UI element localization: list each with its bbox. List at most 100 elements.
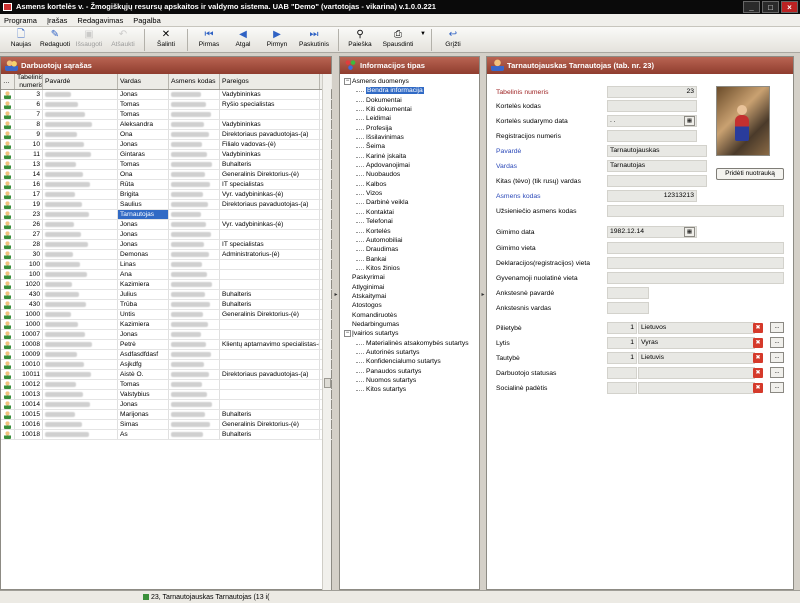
table-row[interactable]: 100 Ana — [1, 270, 332, 280]
add-photo-button[interactable]: Pridėti nuotrauką — [716, 168, 784, 180]
tree-node[interactable]: Profesija — [344, 124, 484, 133]
table-row[interactable]: 23 Tarnautojas — [1, 210, 332, 220]
work-status-lookup-button[interactable]: ... — [770, 367, 784, 378]
col-header-role[interactable]: Pareigos — [220, 74, 320, 89]
field-work-status[interactable] — [638, 367, 755, 379]
col-header-name[interactable]: Vardas — [118, 74, 169, 89]
field-nationality[interactable]: Lietuvis — [638, 352, 755, 364]
tree-node[interactable]: Kitos žinios — [344, 264, 484, 273]
field-card-date[interactable]: . . ▦ — [607, 115, 697, 127]
field-gender[interactable]: Vyras — [638, 337, 755, 349]
tree-node[interactable]: Komandiruotės — [344, 311, 484, 320]
field-card-code[interactable] — [607, 100, 697, 112]
field-father-name[interactable] — [607, 175, 707, 187]
tree-node[interactable]: Kortelės — [344, 227, 484, 236]
print-button[interactable]: ⎙ Spausdinti — [377, 27, 419, 53]
last-button[interactable]: ⏭ Paskutinis — [294, 27, 334, 53]
cancel-button[interactable]: ↶ Atšaukti — [106, 27, 140, 53]
first-button[interactable]: ⏮ Pirmas — [192, 27, 226, 53]
table-row[interactable]: 10007 Jonas — [1, 330, 332, 340]
tree-node[interactable]: Automobiliai — [344, 236, 484, 245]
tree-node[interactable]: Atlyginimai — [344, 283, 484, 292]
tree-node[interactable]: Apdovanojimai — [344, 161, 484, 170]
table-row[interactable]: 7 Tomas — [1, 110, 332, 120]
table-row[interactable]: 30 Demonas Administratorius-(ė) — [1, 250, 332, 260]
prev-button[interactable]: ◀ Atgal — [226, 27, 260, 53]
table-row[interactable]: 10013 Valstybius — [1, 390, 332, 400]
field-name[interactable]: Tarnautojas — [607, 160, 707, 172]
col-header-tabnum[interactable]: Tabelinis numeris — [15, 74, 43, 89]
field-tab-number[interactable]: 23 — [607, 86, 697, 98]
save-button[interactable]: ▣ Išsaugoti — [72, 27, 106, 53]
search-button[interactable]: ⚲ Paieška — [343, 27, 377, 53]
field-surname[interactable]: Tarnautojauskas — [607, 145, 707, 157]
tree-node[interactable]: Atostogos — [344, 301, 484, 310]
field-gender-code[interactable]: 1 — [607, 337, 637, 349]
table-row[interactable]: 10011 Aistė O. Direktoriaus pavaduotojas-(… — [1, 370, 332, 380]
tree-node[interactable]: Draudimas — [344, 245, 484, 254]
tree-node[interactable]: Nedarbingumas — [344, 320, 484, 329]
tree-node[interactable]: Atskaitymai — [344, 292, 484, 301]
calendar-icon[interactable]: ▦ — [684, 116, 695, 126]
delete-button[interactable]: ✕ Šalinti — [149, 27, 183, 53]
clear-citizenship-icon[interactable]: ✖ — [753, 323, 763, 333]
field-nationality-code[interactable]: 1 — [607, 352, 637, 364]
close-icon[interactable]: × — [781, 1, 798, 13]
table-row[interactable]: 14 Ona Generalinis Direktorius-(ė) — [1, 170, 332, 180]
maximize-icon[interactable]: □ — [762, 1, 779, 13]
print-dropdown-arrow[interactable]: ▼ — [419, 27, 427, 53]
table-row[interactable]: 10012 Tomas — [1, 380, 332, 390]
tree-node[interactable]: Išsilavinimas — [344, 133, 484, 142]
table-row[interactable]: 17 Brigita Vyr. vadybininkas-(ė) — [1, 190, 332, 200]
table-row[interactable]: 27 Jonas — [1, 230, 332, 240]
table-row[interactable]: 10018 As Buhalteris — [1, 430, 332, 440]
menu-redagavimas[interactable]: Redagavimas — [77, 16, 123, 25]
field-declared-place[interactable] — [607, 257, 784, 269]
citizenship-lookup-button[interactable]: ... — [770, 322, 784, 333]
field-reg-number[interactable] — [607, 130, 697, 142]
clear-work-status-icon[interactable]: ✖ — [753, 368, 763, 378]
collapse-icon[interactable]: − — [344, 330, 351, 338]
tree-node[interactable]: Panaudos sutartys — [344, 367, 484, 376]
field-work-status-code[interactable] — [607, 367, 637, 379]
table-row[interactable]: 10014 Jonas — [1, 400, 332, 410]
table-row[interactable]: 430 Trūba Buhalteris — [1, 300, 332, 310]
table-row[interactable]: 1000 Kazimiera — [1, 320, 332, 330]
calendar-icon[interactable]: ▦ — [684, 227, 695, 237]
tree-node[interactable]: Bendra informacija — [344, 86, 484, 95]
tree-node[interactable]: Bankai — [344, 255, 484, 264]
field-residence[interactable] — [607, 272, 784, 284]
table-row[interactable]: 3 Jonas Vadybininkas — [1, 90, 332, 100]
field-prev-surname[interactable] — [607, 287, 649, 299]
tree-node[interactable]: Kalbos — [344, 180, 484, 189]
minimize-icon[interactable]: _ — [743, 1, 760, 13]
table-row[interactable]: 11 Gintaras Vadybininkas — [1, 150, 332, 160]
tree-node[interactable]: Dokumentai — [344, 96, 484, 105]
tree-node[interactable]: Autorinės sutartys — [344, 348, 484, 357]
table-row[interactable]: 1000 Untis Generalinis Direktorius-(ė) — [1, 310, 332, 320]
tree-node[interactable]: Leidimai — [344, 114, 484, 123]
field-birth-date[interactable]: 1982.12.14 ▦ — [607, 226, 697, 238]
tree-node[interactable]: − Įvairios sutartys — [344, 329, 484, 338]
table-row[interactable]: 10016 Simas Generalinis Direktorius-(ė) — [1, 420, 332, 430]
tree-node[interactable]: Vizos — [344, 189, 484, 198]
clear-nationality-icon[interactable]: ✖ — [753, 353, 763, 363]
clear-social-icon[interactable]: ✖ — [753, 383, 763, 393]
menu-pagalba[interactable]: Pagalba — [133, 16, 161, 25]
table-row[interactable]: 9 Ona Direktoriaus pavaduotojas-(a) — [1, 130, 332, 140]
tree-node[interactable]: Materialinės atsakomybės sutartys — [344, 339, 484, 348]
table-row[interactable]: 1020 Kazimiera — [1, 280, 332, 290]
table-row[interactable]: 26 Jonas Vyr. vadybininkas-(ė) — [1, 220, 332, 230]
edit-button[interactable]: ✎ Redaguoti — [38, 27, 72, 53]
field-birth-place[interactable] — [607, 242, 784, 254]
col-header-surname[interactable]: Pavardė — [43, 74, 118, 89]
table-row[interactable]: 6 Tomas Ryšio specialistas — [1, 100, 332, 110]
field-social-code[interactable] — [607, 382, 637, 394]
gender-lookup-button[interactable]: ... — [770, 337, 784, 348]
tree-node[interactable]: Kitos sutartys — [344, 385, 484, 394]
table-row[interactable]: 19 Saulius Direktoriaus pavaduotojas-(a) — [1, 200, 332, 210]
tree-node[interactable]: Darbinė veikla — [344, 198, 484, 207]
social-lookup-button[interactable]: ... — [770, 382, 784, 393]
tree-node[interactable]: Šeima — [344, 142, 484, 151]
collapse-icon[interactable]: − — [344, 78, 351, 85]
